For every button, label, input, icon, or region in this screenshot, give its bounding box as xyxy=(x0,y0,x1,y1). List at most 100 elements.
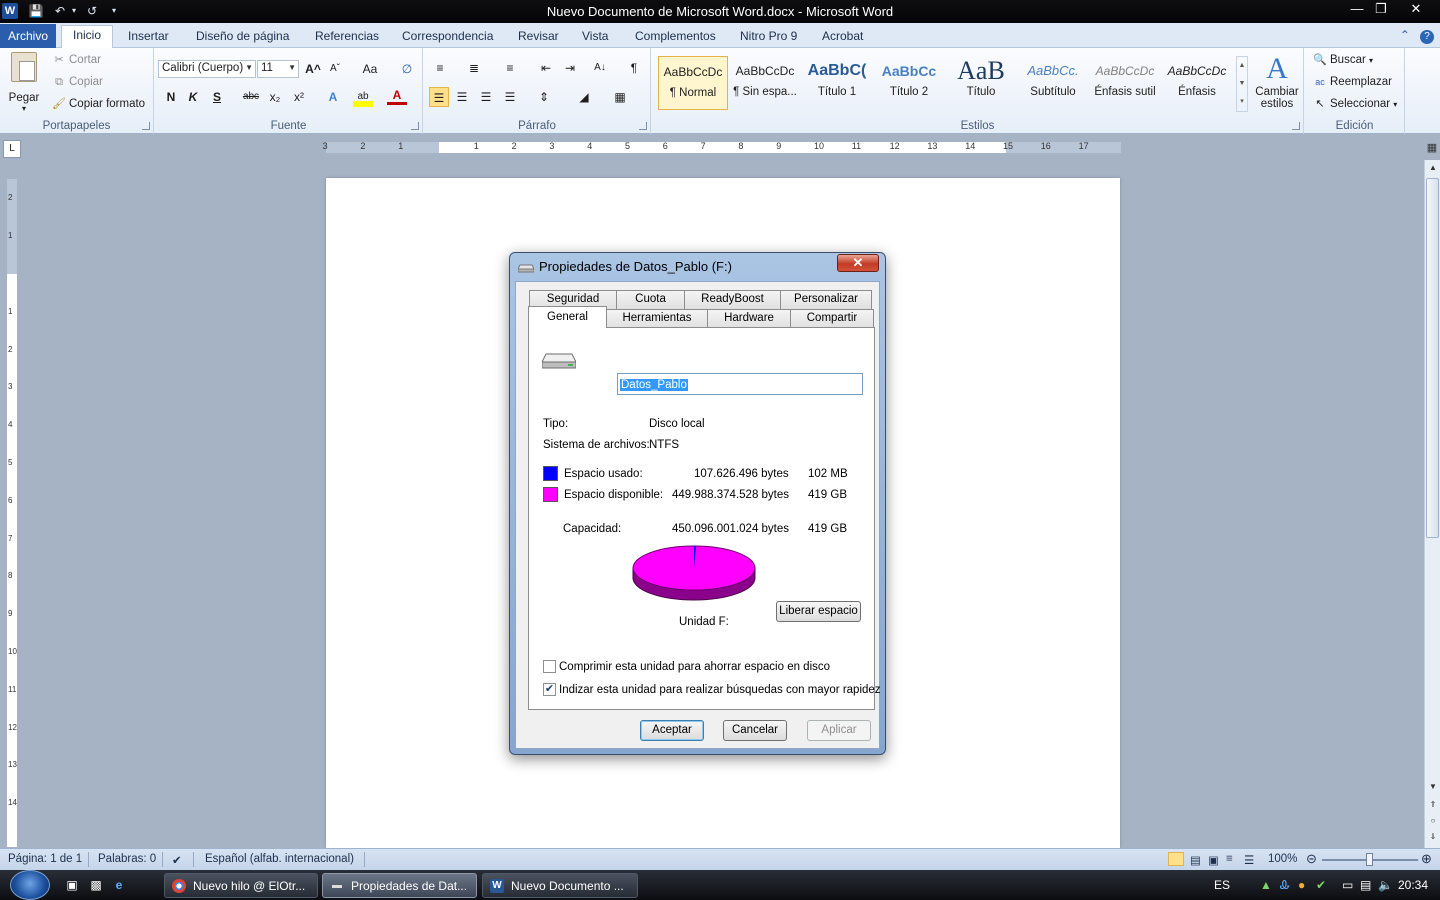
tray-network-icon[interactable]: ▲ xyxy=(1260,878,1272,892)
tab-revisar[interactable]: Revisar xyxy=(514,27,563,48)
style-enfasis[interactable]: AaBbCcDc Énfasis xyxy=(1162,56,1232,110)
tab-general[interactable]: General xyxy=(528,306,607,328)
font-color-icon[interactable]: A xyxy=(387,87,407,105)
dialog-launcher-icon[interactable] xyxy=(142,122,150,130)
style-subtitulo[interactable]: AaBbCc. Subtítulo xyxy=(1018,56,1088,110)
dialog-close-button[interactable]: ✕ xyxy=(837,254,879,272)
safely-remove-icon[interactable]: ▭ xyxy=(1342,878,1353,892)
apply-button[interactable]: Aplicar xyxy=(807,720,871,741)
minimize-icon[interactable]: — xyxy=(1344,0,1370,18)
find-button[interactable]: 🔍 Buscar ▾ xyxy=(1313,53,1373,67)
ok-button[interactable]: Aceptar xyxy=(640,720,704,741)
zoom-level[interactable]: 100% xyxy=(1268,853,1297,865)
tab-inicio[interactable]: Inicio xyxy=(61,25,113,48)
tab-readyboost[interactable]: ReadyBoost xyxy=(684,290,781,309)
font-name-input[interactable]: Calibri (Cuerpo) ▼ xyxy=(158,60,256,78)
tab-personalizar[interactable]: Personalizar xyxy=(780,290,872,309)
prev-page-icon[interactable]: ⇑ xyxy=(1427,800,1439,809)
help-icon[interactable]: ? xyxy=(1420,30,1434,44)
switch-windows-icon[interactable]: ▩ xyxy=(88,877,104,893)
minimize-ribbon-icon[interactable]: ⌃ xyxy=(1400,28,1410,42)
restore-icon[interactable]: ❐ xyxy=(1368,0,1394,18)
vertical-ruler[interactable]: 2 1 1 2 3 4 5 6 7 8 9 10 11 12 13 14 xyxy=(6,178,18,848)
bullets-icon[interactable]: ≡ xyxy=(430,58,450,78)
start-button[interactable] xyxy=(10,870,50,900)
tab-insertar[interactable]: Insertar xyxy=(124,27,173,48)
input-language[interactable]: ES xyxy=(1214,878,1230,892)
tab-archivo[interactable]: Archivo xyxy=(0,24,56,48)
compress-label[interactable]: Comprimir esta unidad para ahorrar espac… xyxy=(559,661,830,673)
change-styles-button[interactable]: A Cambiar estilos xyxy=(1254,52,1300,110)
format-painter-button[interactable]: 🖌 Copiar formato xyxy=(52,97,145,111)
tab-vista[interactable]: Vista xyxy=(578,27,612,48)
change-case-button[interactable]: Aa xyxy=(357,59,383,79)
taskbar-item-properties[interactable]: ▬ Propiedades de Dat... xyxy=(322,873,477,898)
index-label[interactable]: Indizar esta unidad para realizar búsque… xyxy=(559,684,881,696)
word-count[interactable]: Palabras: 0 xyxy=(98,853,156,865)
full-screen-reading-icon[interactable]: ▤ xyxy=(1190,853,1201,867)
align-center-icon[interactable]: ☰ xyxy=(452,87,472,107)
tray-check-icon[interactable]: ✔ xyxy=(1316,878,1326,892)
print-layout-icon[interactable] xyxy=(1168,852,1184,866)
copy-button[interactable]: ⧉ Copiar xyxy=(52,75,103,89)
next-page-icon[interactable]: ⇓ xyxy=(1427,832,1439,841)
web-layout-icon[interactable]: ▣ xyxy=(1208,853,1219,867)
draft-icon[interactable]: ☰ xyxy=(1244,853,1254,867)
bluetooth-icon[interactable]: Ꮂ xyxy=(1280,878,1290,893)
proofing-icon[interactable]: ✔ xyxy=(172,853,182,867)
internet-explorer-icon[interactable]: e xyxy=(111,877,127,893)
taskbar-item-chrome[interactable]: Nuevo hilo @ ElOtr... xyxy=(164,873,318,898)
style-sin-espaciado[interactable]: AaBbCcDc ¶ Sin espa... xyxy=(730,56,800,110)
tab-correspondencia[interactable]: Correspondencia xyxy=(398,27,497,48)
tab-herramientas[interactable]: Herramientas xyxy=(606,309,708,328)
strikethrough-button[interactable]: abc xyxy=(241,87,261,107)
align-right-icon[interactable]: ☰ xyxy=(476,87,496,107)
drive-name-input[interactable]: Datos_Pablo xyxy=(617,373,863,395)
style-titulo[interactable]: AaB Título xyxy=(946,56,1016,110)
decrease-indent-icon[interactable]: ⇤ xyxy=(536,58,556,78)
style-enfasis-sutil[interactable]: AaBbCcDc Énfasis sutil xyxy=(1090,56,1160,110)
shrink-font-button[interactable]: Aˇ xyxy=(325,59,345,79)
index-checkbox[interactable]: ✔ xyxy=(543,683,556,696)
tab-hardware[interactable]: Hardware xyxy=(707,309,791,328)
paste-button[interactable]: Pegar ▾ xyxy=(6,52,42,113)
multilevel-list-icon[interactable]: ≡ xyxy=(500,58,520,78)
tab-diseno-pagina[interactable]: Diseño de página xyxy=(192,27,293,48)
sort-icon[interactable]: A↓ xyxy=(590,58,610,78)
shading-icon[interactable]: ◢ xyxy=(574,87,594,107)
outline-icon[interactable]: ≡ xyxy=(1226,853,1233,865)
scroll-down-icon[interactable]: ▼ xyxy=(1427,782,1439,791)
dialog-launcher-icon[interactable] xyxy=(411,122,419,130)
select-button[interactable]: ↖ Seleccionar ▾ xyxy=(1313,97,1397,111)
vertical-scrollbar[interactable]: ▲ ▼ ⇑ ○ ⇓ xyxy=(1424,160,1440,848)
underline-button[interactable]: S xyxy=(207,87,227,107)
volume-icon[interactable]: 🔈 xyxy=(1378,878,1393,892)
text-effects-icon[interactable]: A xyxy=(323,87,343,107)
zoom-slider-thumb[interactable] xyxy=(1366,853,1373,866)
cancel-button[interactable]: Cancelar xyxy=(723,720,787,741)
line-spacing-icon[interactable]: ⇕ xyxy=(534,87,554,107)
show-marks-button[interactable]: ¶ xyxy=(624,58,644,78)
tab-referencias[interactable]: Referencias xyxy=(311,27,383,48)
language-status[interactable]: Español (alfab. internacional) xyxy=(205,853,354,865)
show-desktop-icon[interactable]: ▣ xyxy=(64,877,80,893)
disk-cleanup-button[interactable]: Liberar espacio xyxy=(776,601,861,622)
tray-app-icon[interactable]: ● xyxy=(1298,878,1305,892)
increase-indent-icon[interactable]: ⇥ xyxy=(560,58,580,78)
scroll-thumb[interactable] xyxy=(1426,178,1439,538)
tab-nitro[interactable]: Nitro Pro 9 xyxy=(736,27,801,48)
style-titulo-2[interactable]: AaBbCc Título 2 xyxy=(874,56,944,110)
justify-icon[interactable]: ☰ xyxy=(500,87,520,107)
subscript-button[interactable]: x₂ xyxy=(265,87,285,107)
zoom-in-icon[interactable]: ⊕ xyxy=(1421,851,1432,867)
zoom-out-icon[interactable]: ⊝ xyxy=(1306,851,1317,867)
tab-complementos[interactable]: Complementos xyxy=(631,27,720,48)
styles-scroll[interactable]: ▲ ▼ ▾ xyxy=(1236,56,1248,112)
bold-button[interactable]: N xyxy=(161,87,181,107)
tab-acrobat[interactable]: Acrobat xyxy=(818,27,867,48)
taskbar-item-word[interactable]: W Nuevo Documento ... xyxy=(482,873,638,898)
replace-button[interactable]: ac Reemplazar xyxy=(1313,75,1392,89)
align-left-icon[interactable]: ☰ xyxy=(429,87,449,107)
tab-selector-icon[interactable]: L xyxy=(3,140,21,158)
superscript-button[interactable]: x² xyxy=(289,87,309,107)
